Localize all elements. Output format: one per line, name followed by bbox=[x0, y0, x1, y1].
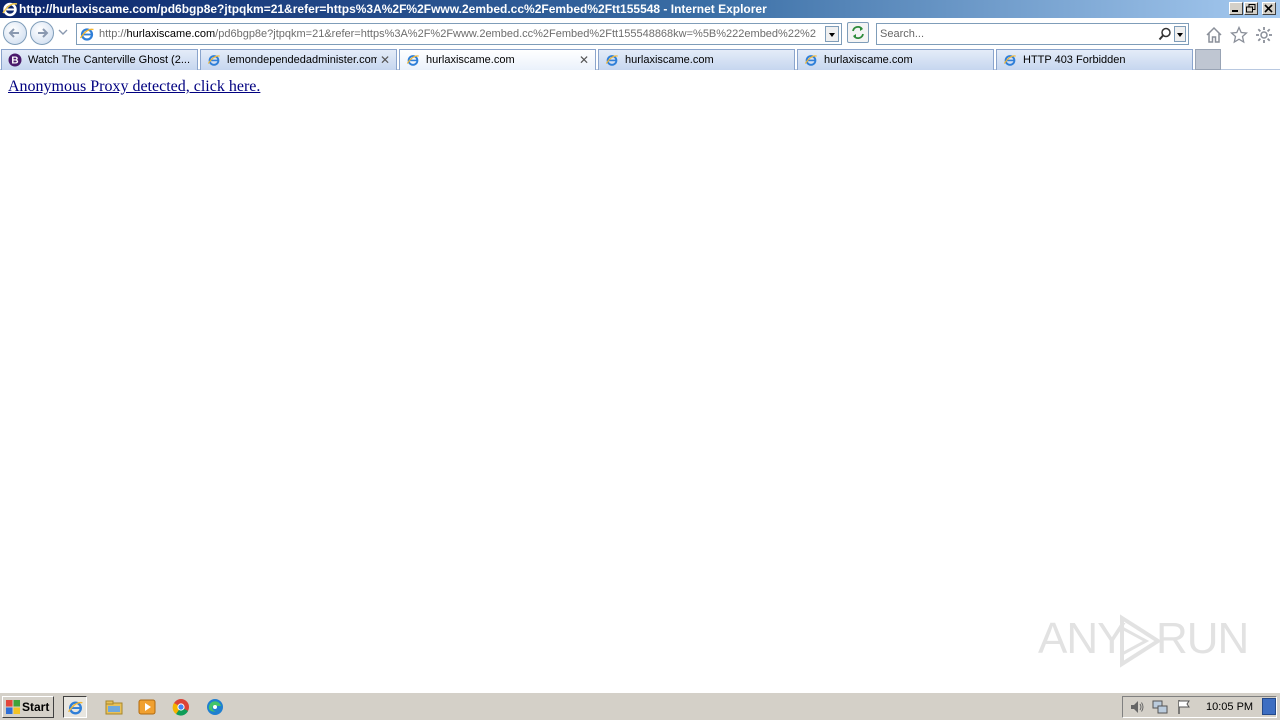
tab-label: Watch The Canterville Ghost (2... bbox=[28, 54, 191, 66]
svg-text:B: B bbox=[11, 56, 18, 67]
address-text[interactable]: http://hurlaxiscame.com/pd6bgp8e?jtpqkm=… bbox=[99, 27, 823, 41]
tab-label: hurlaxiscame.com bbox=[625, 54, 714, 66]
ie-page-icon bbox=[207, 55, 220, 66]
window-title: http://hurlaxiscame.com/pd6bgp8e?jtpqkm=… bbox=[19, 2, 767, 16]
gear-icon[interactable] bbox=[1255, 26, 1273, 44]
tab-close-icon[interactable]: ✕ bbox=[579, 53, 589, 67]
anyrun-watermark: ANY RUN bbox=[1038, 608, 1249, 678]
watermark-text-right: RUN bbox=[1156, 614, 1249, 663]
recent-pages-dropdown-icon[interactable] bbox=[58, 28, 68, 36]
forward-button[interactable] bbox=[30, 21, 54, 45]
address-prefix: http:// bbox=[99, 28, 127, 40]
address-host: hurlaxiscame.com bbox=[126, 28, 216, 40]
ie-logo-icon bbox=[2, 2, 18, 17]
system-clock[interactable]: 10:05 PM bbox=[1206, 701, 1253, 714]
watermark-text-left: ANY bbox=[1038, 614, 1126, 663]
site-favicon-icon: B bbox=[8, 53, 22, 67]
search-icon[interactable] bbox=[1158, 27, 1172, 41]
ie-page-icon bbox=[1003, 55, 1016, 66]
tab-watch-canterville-ghost[interactable]: B Watch The Canterville Ghost (2... bbox=[1, 49, 198, 70]
favorites-star-icon[interactable] bbox=[1230, 26, 1248, 44]
start-label: Start bbox=[22, 700, 50, 714]
minimize-button[interactable] bbox=[1229, 2, 1243, 15]
address-bar[interactable]: http://hurlaxiscame.com/pd6bgp8e?jtpqkm=… bbox=[76, 23, 842, 45]
taskbar: Start 10:05 PM bbox=[0, 692, 1280, 720]
chevron-down-icon bbox=[1177, 33, 1183, 37]
network-icon[interactable] bbox=[1152, 699, 1168, 715]
ie-page-icon bbox=[605, 55, 618, 66]
ie-page-icon bbox=[79, 28, 94, 41]
refresh-icon bbox=[852, 26, 864, 39]
tab-hurlaxiscame-active[interactable]: hurlaxiscame.com ✕ bbox=[399, 49, 596, 70]
title-bar: http://hurlaxiscame.com/pd6bgp8e?jtpqkm=… bbox=[0, 0, 1280, 18]
system-tray: 10:05 PM bbox=[1122, 696, 1277, 718]
search-dropdown-button[interactable] bbox=[1174, 26, 1186, 42]
chrome-icon[interactable] bbox=[171, 697, 191, 717]
tab-label: HTTP 403 Forbidden bbox=[1023, 54, 1126, 66]
forward-arrow-icon bbox=[38, 28, 49, 38]
address-dropdown-button[interactable] bbox=[825, 26, 839, 42]
media-player-icon[interactable] bbox=[137, 697, 157, 717]
taskbar-internet-explorer[interactable] bbox=[63, 696, 87, 718]
page-content: Anonymous Proxy detected, click here. AN… bbox=[0, 70, 1280, 692]
new-tab-button[interactable] bbox=[1195, 49, 1221, 70]
ie-page-icon bbox=[804, 55, 817, 66]
start-button[interactable]: Start bbox=[2, 696, 54, 718]
tab-label: lemondependedadminister.com bbox=[227, 54, 377, 66]
tab-hurlaxiscame-3[interactable]: hurlaxiscame.com bbox=[797, 49, 994, 70]
restore-icon bbox=[1246, 4, 1256, 13]
back-button[interactable] bbox=[3, 21, 27, 45]
home-icon[interactable] bbox=[1205, 26, 1223, 44]
search-input[interactable] bbox=[880, 26, 1150, 42]
address-path: /pd6bgp8e?jtpqkm=21&refer=https%3A%2F%2F… bbox=[215, 28, 816, 40]
tab-label: hurlaxiscame.com bbox=[426, 54, 515, 66]
back-arrow-icon bbox=[8, 28, 19, 38]
search-box[interactable] bbox=[876, 23, 1189, 45]
ie-page-icon bbox=[406, 55, 419, 66]
windows-logo-icon bbox=[6, 700, 20, 714]
tab-close-icon[interactable]: ✕ bbox=[380, 53, 390, 67]
compatibility-refresh-button[interactable] bbox=[847, 22, 869, 43]
tab-http-403-forbidden[interactable]: HTTP 403 Forbidden bbox=[996, 49, 1193, 70]
restore-button[interactable] bbox=[1244, 2, 1258, 15]
tab-label: hurlaxiscame.com bbox=[824, 54, 913, 66]
volume-icon[interactable] bbox=[1129, 699, 1145, 715]
chevron-down-icon bbox=[829, 33, 835, 37]
show-desktop-button[interactable] bbox=[1262, 698, 1276, 715]
minimize-icon bbox=[1232, 10, 1238, 12]
tab-hurlaxiscame-2[interactable]: hurlaxiscame.com bbox=[598, 49, 795, 70]
tab-bar: B Watch The Canterville Ghost (2... lemo… bbox=[0, 48, 1280, 70]
action-center-flag-icon[interactable] bbox=[1176, 699, 1192, 715]
close-icon bbox=[1264, 4, 1273, 13]
file-explorer-icon[interactable] bbox=[104, 697, 124, 717]
tab-lemondependedadminister[interactable]: lemondependedadminister.com ✕ bbox=[200, 49, 397, 70]
edge-icon[interactable] bbox=[205, 697, 225, 717]
close-button[interactable] bbox=[1262, 2, 1276, 15]
ie-logo-icon bbox=[68, 701, 83, 715]
anonymous-proxy-link[interactable]: Anonymous Proxy detected, click here. bbox=[8, 78, 260, 96]
